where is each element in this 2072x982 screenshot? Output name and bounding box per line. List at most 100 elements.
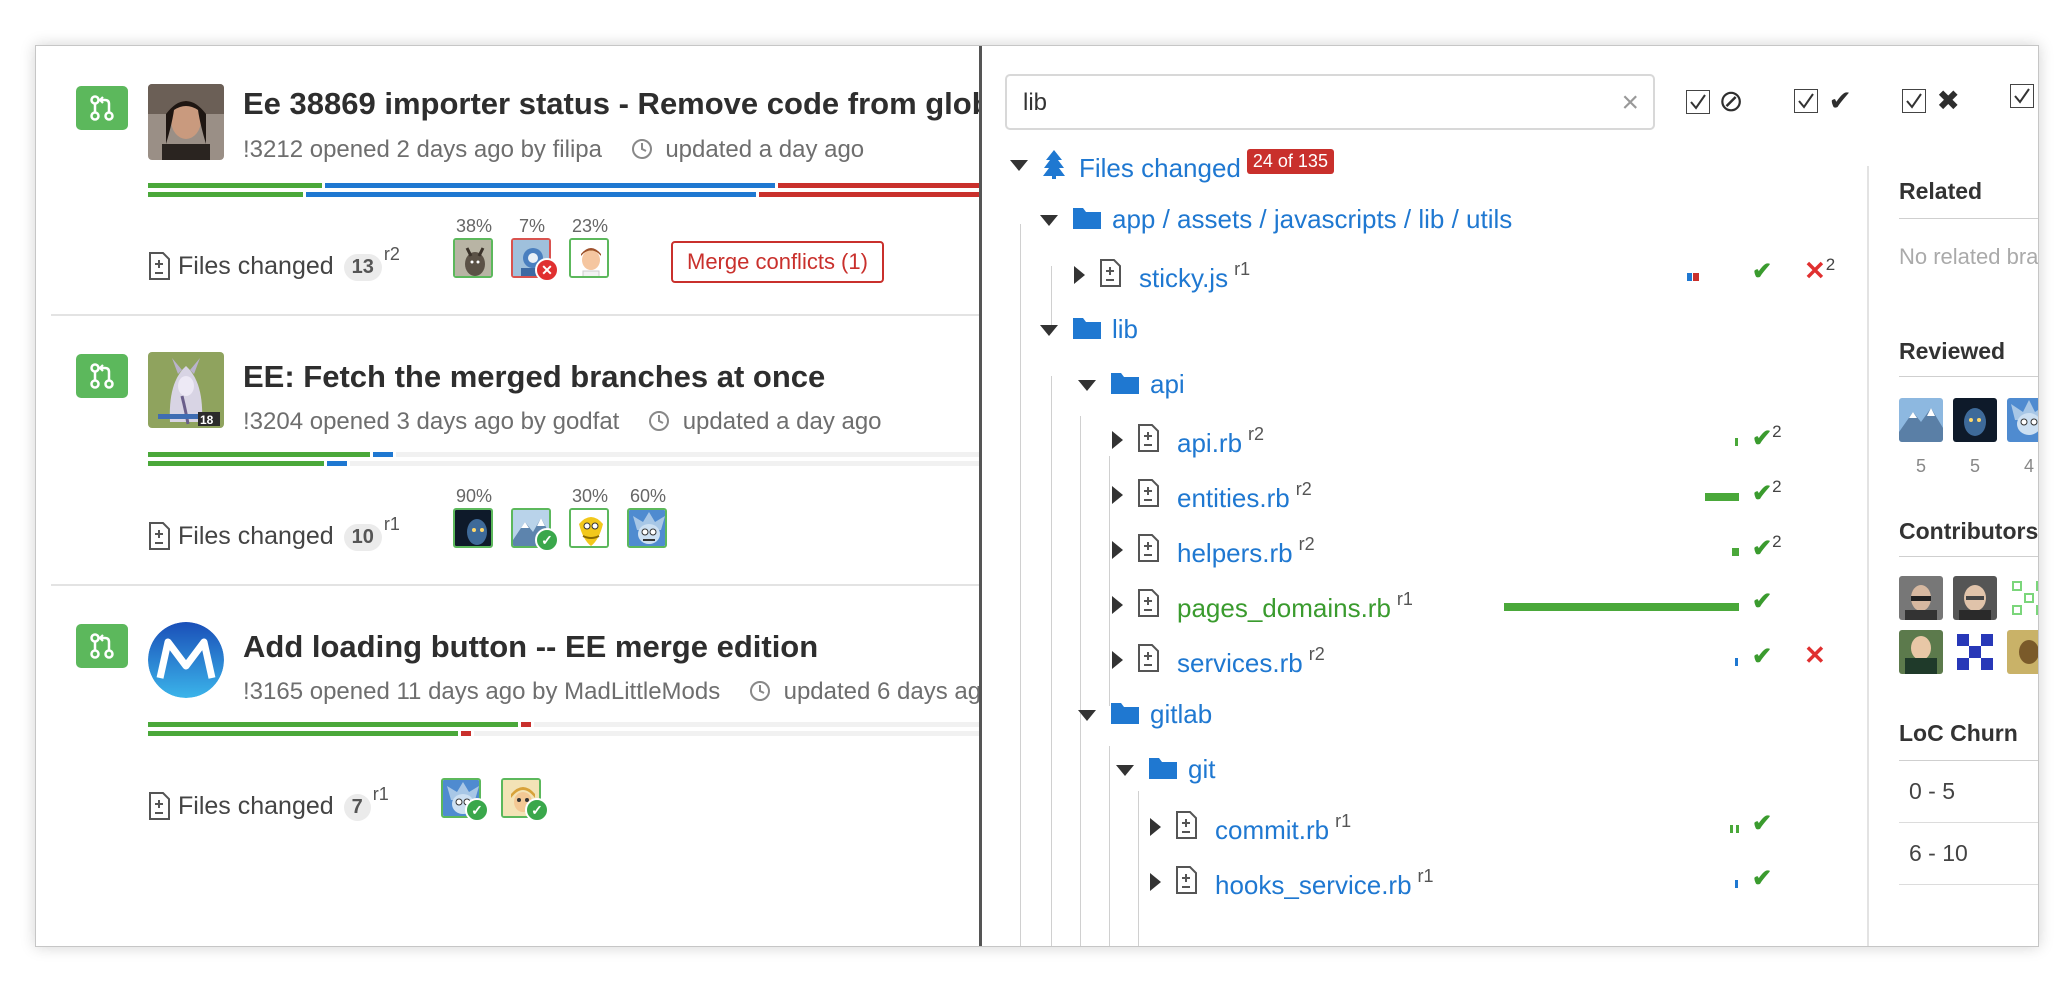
tree-folder-label[interactable]: api: [1150, 369, 1185, 400]
filter-extra-toggle[interactable]: [2010, 84, 2034, 118]
author-avatar[interactable]: [148, 84, 224, 160]
caret-right-icon[interactable]: [1150, 818, 1161, 836]
tree-file-label[interactable]: api.rb r2: [1177, 424, 1264, 459]
approved-badge-icon: ✓: [525, 798, 549, 822]
files-count: 10: [343, 524, 382, 551]
author-name[interactable]: godfat: [553, 408, 620, 435]
tree-file-label[interactable]: helpers.rb r2: [1177, 534, 1315, 569]
contributor-avatar[interactable]: [1953, 630, 1997, 674]
opened-text: opened 2 days ago by: [309, 136, 546, 163]
tree-folder-label[interactable]: gitlab: [1150, 699, 1212, 730]
folder-icon: [1148, 754, 1178, 785]
contributor-avatar[interactable]: [2007, 576, 2038, 620]
contributor-avatar[interactable]: [1899, 630, 1943, 674]
merge-request-item[interactable]: Add loading button -- EE merge edition !…: [51, 586, 981, 856]
reviewer-avatar[interactable]: [1899, 398, 1943, 442]
caret-right-icon[interactable]: [1112, 541, 1123, 559]
loc-churn-row[interactable]: 6 - 10: [1899, 824, 2038, 885]
approved-check-icon: ✔: [1752, 588, 1773, 615]
tree-file-label[interactable]: pages_domains.rb r1: [1177, 589, 1413, 624]
merge-request-ref[interactable]: !3165: [243, 678, 303, 705]
merge-conflicts-badge[interactable]: Merge conflicts (1): [671, 241, 884, 283]
contributor-avatar[interactable]: [2007, 630, 2038, 674]
tree-folder-label[interactable]: app / assets / javascripts / lib / utils: [1112, 204, 1512, 235]
caret-down-icon[interactable]: [1040, 325, 1058, 336]
merge-request-title[interactable]: EE: Fetch the merged branches at once: [243, 359, 825, 395]
checkbox-icon[interactable]: [1902, 88, 1926, 113]
clear-icon[interactable]: ×: [1621, 86, 1639, 120]
merge-request-list: Ee 38869 importer status - Remove code f…: [36, 46, 981, 946]
caret-down-icon[interactable]: [1078, 380, 1096, 391]
review-percent: [501, 754, 543, 778]
search-box[interactable]: ×: [1005, 74, 1655, 130]
reviewer-avatar[interactable]: [2007, 398, 2038, 442]
loc-churn-row[interactable]: 0 - 5: [1899, 762, 2038, 823]
author-name[interactable]: filipa: [553, 136, 602, 163]
caret-right-icon[interactable]: [1112, 486, 1123, 504]
reviewer-avatar[interactable]: [1953, 398, 1997, 442]
reviewer-avatar[interactable]: 23%: [569, 214, 611, 278]
tree-file-label[interactable]: commit.rb r1: [1215, 811, 1351, 846]
rejected-badge-icon: ✕: [535, 258, 559, 282]
review-percent: 60%: [629, 486, 667, 506]
filter-approved-toggle[interactable]: ✔: [1794, 84, 1852, 118]
author-avatar[interactable]: 18: [148, 352, 224, 428]
reviewer-avatar[interactable]: 30%: [569, 484, 611, 548]
tree-file-label[interactable]: hooks_service.rb r1: [1215, 866, 1434, 901]
reviewer-avatar[interactable]: ✓: [501, 754, 549, 822]
search-input[interactable]: [1021, 88, 1585, 118]
author-avatar[interactable]: [148, 622, 224, 698]
caret-right-icon[interactable]: [1112, 431, 1123, 449]
caret-down-icon[interactable]: [1040, 215, 1058, 226]
rejected-x-icon: ✕: [1804, 640, 1826, 670]
merge-request-item[interactable]: 18 EE: Fetch the merged branches at once…: [51, 316, 981, 586]
contributor-avatar[interactable]: [1899, 576, 1943, 620]
caret-right-icon[interactable]: [1112, 651, 1123, 669]
reviewer-avatar[interactable]: 90%: [453, 484, 495, 548]
caret-right-icon[interactable]: [1112, 596, 1123, 614]
caret-down-icon[interactable]: [1116, 765, 1134, 776]
churn-bar: [1705, 493, 1739, 501]
merge-request-ref[interactable]: !3204: [243, 408, 303, 435]
reviewer-avatar[interactable]: ✓: [441, 754, 489, 822]
reviewer-avatar[interactable]: 7% ✕: [511, 214, 559, 282]
reviewer-avatar[interactable]: ✓: [511, 484, 559, 552]
merge-request-item[interactable]: Ee 38869 importer status - Remove code f…: [51, 46, 981, 316]
reviewer-avatar[interactable]: 38%: [453, 214, 495, 278]
file-diff-icon: [1137, 424, 1159, 457]
filter-unreviewed-toggle[interactable]: ⊘: [1686, 84, 1744, 118]
reviewer-avatar[interactable]: 60%: [627, 484, 669, 548]
tree-icon: [1042, 149, 1066, 184]
checkbox-icon[interactable]: [1686, 89, 1710, 114]
tree-folder-label[interactable]: lib: [1112, 314, 1138, 345]
review-percent: [441, 754, 483, 778]
checkbox-icon[interactable]: [2010, 84, 2034, 108]
caret-right-icon[interactable]: [1074, 266, 1085, 284]
tree-file-label[interactable]: sticky.js r1: [1139, 259, 1250, 294]
checkbox-icon[interactable]: [1794, 88, 1818, 113]
rejected-icon: ✖: [1936, 85, 1960, 116]
merge-request-title[interactable]: Add loading button -- EE merge edition: [243, 629, 818, 665]
files-changed-row[interactable]: Files changed 13r2: [148, 244, 400, 284]
review-percent: 90%: [455, 486, 493, 506]
files-changed-title[interactable]: Files changed 24 of 135: [1079, 149, 1334, 184]
file-diff-icon: [148, 522, 170, 557]
files-count: 7: [343, 794, 371, 821]
caret-down-icon[interactable]: [1010, 160, 1028, 171]
merge-request-icon: [76, 354, 128, 398]
contributor-avatar[interactable]: [1953, 576, 1997, 620]
caret-right-icon[interactable]: [1150, 873, 1161, 891]
files-changed-row[interactable]: Files changed 7r1: [148, 784, 389, 824]
approved-check-icon: ✔: [1752, 258, 1773, 285]
tree-file-label[interactable]: services.rb r2: [1177, 644, 1325, 679]
caret-down-icon[interactable]: [1078, 710, 1096, 721]
merge-request-title[interactable]: Ee 38869 importer status - Remove code f…: [243, 86, 981, 122]
filter-rejected-toggle[interactable]: ✖: [1902, 84, 1960, 118]
folder-icon: [1072, 204, 1102, 235]
tree-folder-label[interactable]: git: [1188, 754, 1215, 785]
merge-request-ref[interactable]: !3212: [243, 136, 303, 163]
clock-icon: [749, 680, 771, 709]
author-name[interactable]: MadLittleMods: [564, 678, 720, 705]
files-changed-row[interactable]: Files changed 10r1: [148, 514, 400, 554]
tree-file-label[interactable]: entities.rb r2: [1177, 479, 1312, 514]
